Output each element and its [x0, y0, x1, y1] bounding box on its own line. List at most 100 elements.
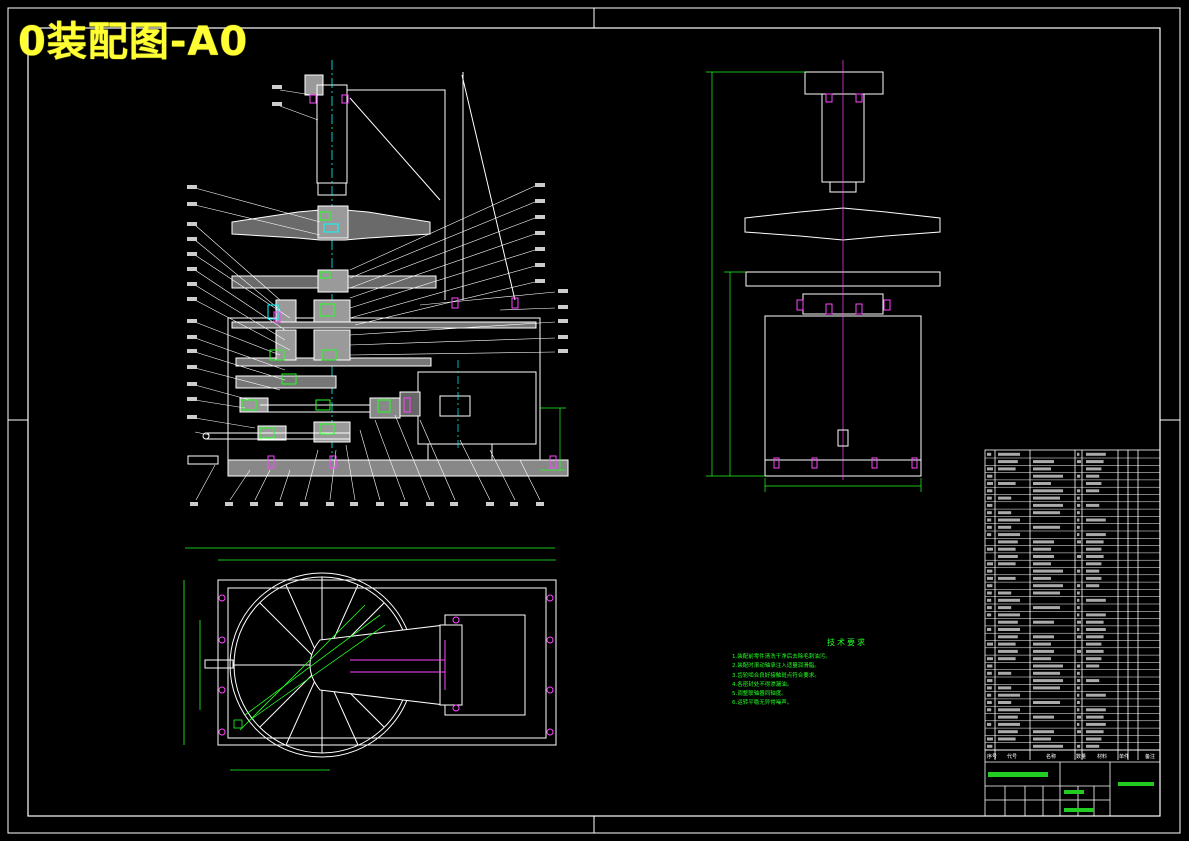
parts-list-cell-glyph [1077, 722, 1080, 726]
parts-list-cell-glyph [1077, 511, 1080, 515]
parts-list-cell-glyph [1033, 679, 1063, 683]
parts-list-cell-glyph [998, 496, 1012, 500]
parts-list-cell-glyph [987, 642, 993, 646]
parts-list-cell-glyph [987, 737, 993, 741]
parts-list-cell-glyph [1086, 642, 1102, 646]
parts-list-cells [987, 452, 1106, 748]
parts-list-cell-glyph [998, 555, 1018, 558]
parts-list-cell-glyph [1077, 635, 1081, 639]
side-view [744, 60, 941, 480]
parts-list-cell-glyph [1033, 496, 1060, 500]
parts-list-cell-glyph [1077, 693, 1080, 697]
parts-list-cell-glyph [1077, 671, 1080, 675]
parts-list-cell-glyph [1086, 540, 1104, 544]
parts-list-cell-glyph [1077, 598, 1080, 602]
parts-list-cell-glyph [1086, 584, 1100, 588]
parts-list-cell-glyph [1086, 715, 1104, 719]
parts-list-cell-glyph [1077, 569, 1081, 573]
parts-list-cell-glyph [1033, 576, 1051, 580]
parts-list-cell-glyph [987, 657, 993, 661]
title-block-col-0: 序号 [987, 753, 997, 760]
parts-list-cell-glyph [1033, 715, 1054, 719]
parts-list-cell-glyph [998, 540, 1018, 544]
parts-list-cell-glyph [998, 547, 1016, 551]
parts-list-cell-glyph [1033, 642, 1051, 646]
parts-list-cell-glyph [1033, 540, 1054, 544]
parts-list-cell-glyph [1033, 591, 1060, 595]
parts-list-cell-glyph [1033, 489, 1063, 493]
parts-list-cell-glyph [1077, 606, 1080, 610]
parts-list-cell-glyph [1033, 584, 1063, 588]
technical-note-line: 1.装配前零件清洗干净后去除毛刺油污。 [732, 654, 831, 661]
title-block-text: 序号 代号 名称 数量 材料 单件 备注 [987, 753, 1155, 760]
technical-note-line: 3.齿轮啮合良好接触斑点符合要求。 [732, 672, 820, 679]
parts-list-cell-glyph [1086, 708, 1106, 712]
parts-list-cell-glyph [1086, 518, 1106, 522]
title-block-col-6: 备注 [1145, 753, 1155, 760]
parts-list-cell-glyph [1077, 591, 1080, 595]
parts-list-cell-glyph [1033, 701, 1060, 704]
parts-list-cell-glyph [998, 693, 1020, 697]
parts-list-cell-glyph [1077, 489, 1081, 493]
parts-list-cell-glyph [1086, 503, 1100, 507]
parts-list-cell-glyph [1086, 722, 1106, 726]
parts-list-cell-glyph [1086, 598, 1106, 602]
parts-list-cell-glyph [1077, 540, 1081, 544]
parts-list-cell-glyph [987, 584, 993, 588]
parts-list-cell-glyph [1033, 569, 1063, 573]
side-dimensions [706, 71, 922, 492]
parts-list-cell-glyph [987, 511, 992, 515]
parts-list-cell-glyph [1077, 452, 1080, 456]
parts-list-cell-glyph [998, 482, 1016, 485]
parts-list-cell-glyph [1086, 482, 1102, 485]
parts-list-cell-glyph [998, 460, 1018, 464]
parts-list-cell-glyph [1033, 467, 1051, 471]
parts-list-cell-glyph [998, 518, 1020, 522]
parts-list-cell-glyph [1086, 576, 1102, 580]
parts-list-cell-glyph [1086, 489, 1100, 493]
parts-list-cell-glyph [987, 628, 992, 631]
parts-list-cell-glyph [1033, 664, 1063, 668]
parts-list-cell-glyph [998, 598, 1020, 602]
parts-list-cell-glyph [998, 701, 1012, 704]
parts-list-cell-glyph [1033, 744, 1063, 748]
parts-list-cell-glyph [987, 591, 992, 595]
parts-list-cell-glyph [987, 525, 992, 529]
parts-list-cell-glyph [1033, 547, 1051, 551]
parts-list-cell-glyph [998, 562, 1016, 566]
technical-notes-heading: 技术要求 [827, 638, 867, 647]
parts-list-cell-glyph [998, 591, 1012, 595]
parts-list-cell-glyph [1077, 584, 1081, 588]
parts-list-cell-glyph [1086, 635, 1104, 639]
parts-list-cell-glyph [1086, 562, 1102, 566]
parts-list-cell-glyph [1077, 628, 1080, 631]
front-section-view [187, 60, 569, 506]
parts-list-cell-glyph [987, 467, 993, 471]
parts-list-cell-glyph [998, 657, 1016, 661]
parts-list-cell-glyph [1033, 686, 1060, 690]
parts-list-cell-glyph [1077, 730, 1081, 734]
parts-list-cell-glyph [987, 533, 992, 537]
parts-list-cell-glyph [1033, 555, 1054, 558]
parts-list-cell-glyph [998, 511, 1012, 515]
parts-list-cell-glyph [1033, 671, 1060, 675]
parts-list-cell-glyph [998, 686, 1012, 690]
parts-list-cell-glyph [1077, 460, 1081, 464]
parts-list-cell-glyph [1086, 657, 1102, 661]
parts-list-cell-glyph [1077, 649, 1081, 653]
technical-note-line: 6.运转平稳无异常噪声。 [732, 700, 793, 707]
parts-list-cell-glyph [1086, 737, 1102, 741]
parts-list-cell-glyph [998, 730, 1018, 734]
parts-list-cell-glyph [987, 562, 993, 566]
drawing-sheet: 序号 代号 名称 数量 材料 单件 备注 [7, 7, 1181, 834]
parts-list-cell-glyph [1086, 628, 1106, 631]
parts-list-cell-glyph [987, 664, 993, 668]
parts-list-cell-glyph [998, 671, 1012, 675]
parts-list-cell-glyph [1077, 664, 1081, 668]
parts-list-cell-glyph [1033, 460, 1054, 464]
technical-note-line: 4.各密封处不得渗漏油。 [732, 681, 793, 688]
parts-list-cell-glyph [998, 452, 1020, 456]
parts-list-cell-glyph [1086, 620, 1104, 624]
parts-list-cell-glyph [987, 708, 992, 712]
parts-list-cell-glyph [987, 701, 992, 704]
